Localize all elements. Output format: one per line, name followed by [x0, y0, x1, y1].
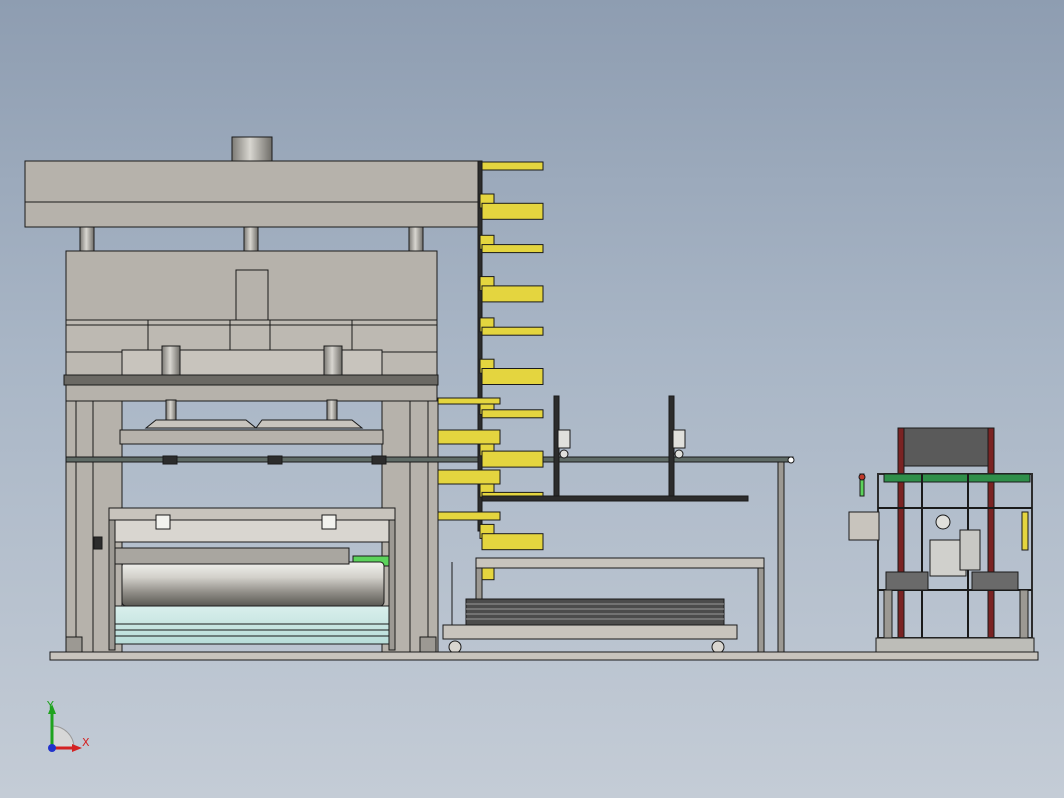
press-column	[243, 226, 259, 252]
rack-arm	[481, 326, 544, 336]
cart-wheel	[711, 640, 725, 654]
triad-x-arrow	[72, 744, 82, 752]
rack-arm	[481, 368, 544, 385]
stack-cart	[442, 624, 738, 640]
press-cooling-tray	[112, 605, 392, 645]
robot-cell	[848, 427, 1035, 653]
press-crown	[24, 160, 479, 228]
control-cabinet	[848, 511, 880, 541]
cell-red-post	[897, 427, 905, 651]
press-roll	[121, 561, 385, 607]
triad-y-label: Y	[47, 699, 54, 712]
stack-cart-frame	[475, 557, 765, 569]
rack-arm	[481, 285, 544, 303]
press-lower-frame	[108, 507, 396, 521]
cell-base	[875, 637, 1035, 653]
cad-viewport[interactable]: Y X	[0, 0, 1064, 798]
rack-arm	[481, 244, 544, 254]
triad-quadrant	[51, 725, 75, 749]
triad-x-label: X	[82, 736, 90, 749]
gantry-beam	[481, 495, 749, 502]
robot-wrist	[935, 514, 951, 530]
press-top-cylinder	[231, 136, 273, 162]
sheet-stack	[465, 598, 725, 626]
assembly-drawing	[24, 136, 1039, 752]
press-slide-beam	[63, 374, 439, 386]
hydraulic-press	[24, 136, 794, 654]
press-column	[79, 226, 95, 252]
rack-arm	[481, 409, 544, 419]
rack-arm	[481, 450, 544, 468]
cart-wheel	[448, 640, 462, 654]
press-ram-cylinder	[323, 345, 343, 377]
cell-red-post	[987, 427, 995, 651]
rack-arm	[481, 202, 544, 220]
cell-top-panel	[901, 427, 995, 467]
rack-arm	[481, 533, 544, 551]
press-column	[408, 226, 424, 252]
triad-z-axis	[48, 744, 56, 752]
press-upper-die	[144, 419, 364, 429]
press-ram-cylinder	[161, 345, 181, 377]
rack-arm	[481, 161, 544, 171]
floor-plate	[49, 651, 1039, 661]
